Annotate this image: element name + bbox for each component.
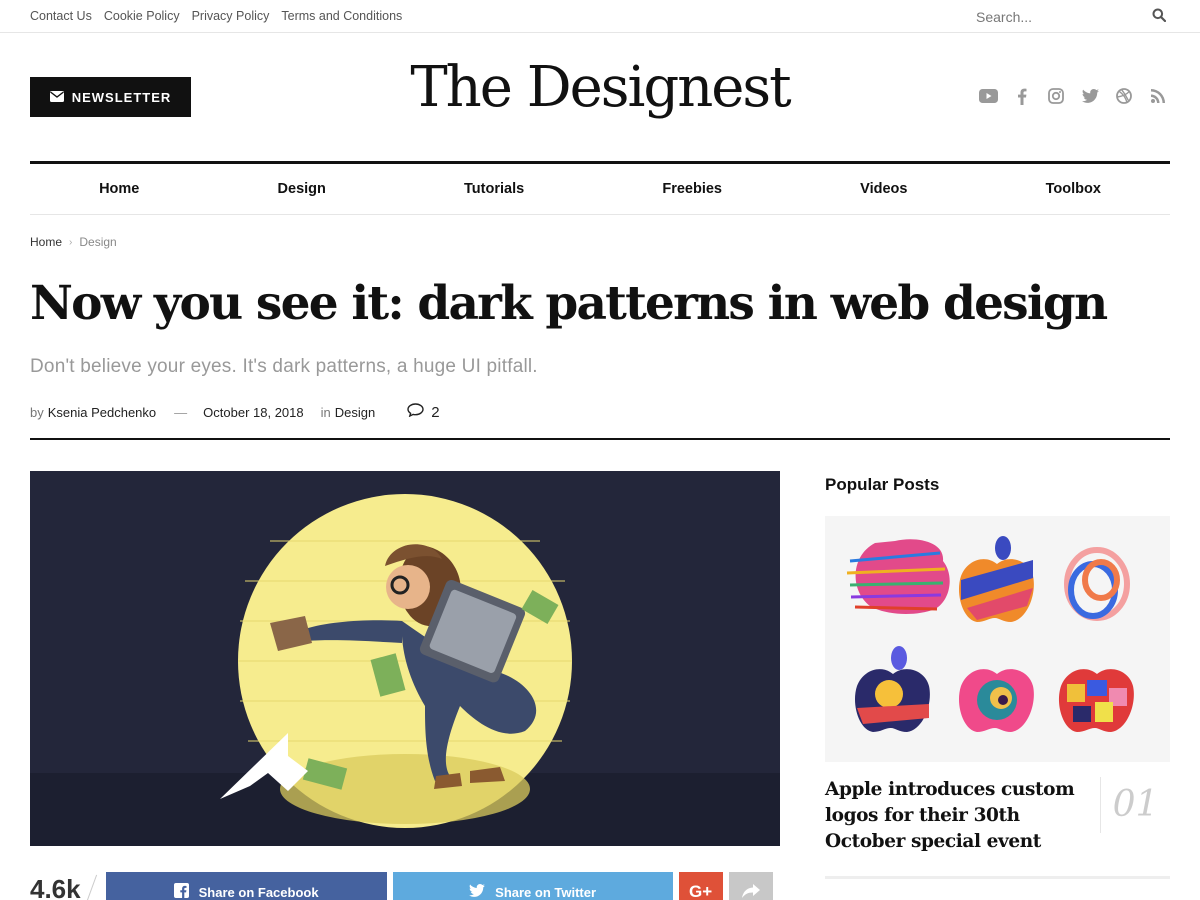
author-link[interactable]: Ksenia Pedchenko [48,405,156,420]
search-icon[interactable] [1152,8,1168,24]
envelope-icon [49,90,64,105]
privacy-policy-link[interactable]: Privacy Policy [192,9,270,23]
nav-toolbox[interactable]: Toolbox [1046,181,1101,197]
article-subtitle: Don't believe your eyes. It's dark patte… [30,356,538,377]
publish-date: October 18, 2018 [203,404,304,420]
social-links [978,86,1168,106]
facebook-icon [173,883,189,900]
search-input[interactable] [976,0,1136,33]
share-twitter-label: Share on Twitter [495,884,597,900]
meta-dash: — [174,404,188,420]
facebook-icon[interactable] [1012,86,1032,106]
top-links: Contact Us Cookie Policy Privacy Policy … [30,9,402,23]
breadcrumb-home[interactable]: Home [30,235,62,249]
nav-tutorials[interactable]: Tutorials [464,181,524,197]
popular-post-rank: 01 [1100,777,1170,833]
nav-home[interactable]: Home [99,181,139,197]
comment-count: 2 [431,403,440,421]
share-bar: 4.6k Share on Facebook Share on Twitter … [30,872,779,900]
contact-us-link[interactable]: Contact Us [30,9,92,23]
meta-by: by [30,404,44,420]
article-meta: by Ksenia Pedchenko — October 18, 2018 i… [30,403,440,421]
meta-in: in [320,404,331,420]
popular-posts-heading: Popular Posts [825,475,940,494]
rss-icon[interactable] [1148,86,1168,106]
popular-post-thumbnail[interactable] [825,516,1170,762]
comment-icon [407,403,424,421]
header-rule [30,438,1170,440]
cookie-policy-link[interactable]: Cookie Policy [104,9,180,23]
twitter-icon[interactable] [1080,86,1100,106]
dribbble-icon[interactable] [1114,86,1134,106]
nav-design[interactable]: Design [278,181,326,197]
newsletter-label: NEWSLETTER [71,89,172,105]
category-link[interactable]: Design [335,405,375,420]
share-facebook-button[interactable]: Share on Facebook [105,872,387,900]
top-bar: Contact Us Cookie Policy Privacy Policy … [0,0,1200,33]
comments-link[interactable]: 2 [407,403,440,421]
nav-videos[interactable]: Videos [860,181,907,197]
share-facebook-label: Share on Facebook [198,884,319,900]
site-logo[interactable]: The Designest [380,55,820,120]
chevron-right-icon: › [69,236,73,248]
terms-link[interactable]: Terms and Conditions [281,9,402,23]
newsletter-button[interactable]: NEWSLETTER [30,77,191,117]
popular-post-title[interactable]: Apple introduces custom logos for their … [825,777,1090,855]
share-more-button[interactable] [728,872,773,900]
share-twitter-button[interactable]: Share on Twitter [392,872,673,900]
share-count: 4.6k [30,874,81,900]
share-googleplus-button[interactable]: G+ [678,872,723,900]
share-divider [85,874,97,900]
breadcrumb-current[interactable]: Design [79,235,116,249]
sidebar-divider [825,876,1170,879]
youtube-icon[interactable] [978,86,998,106]
twitter-icon [469,884,486,900]
share-icon [741,883,760,900]
nav-freebies[interactable]: Freebies [662,181,722,197]
breadcrumb: Home › Design [30,235,117,249]
main-nav: Home Design Tutorials Freebies Videos To… [30,161,1170,215]
instagram-icon[interactable] [1046,86,1066,106]
article-title: Now you see it: dark patterns in web des… [30,276,1108,331]
featured-image [30,471,780,846]
search-form [976,0,1170,33]
